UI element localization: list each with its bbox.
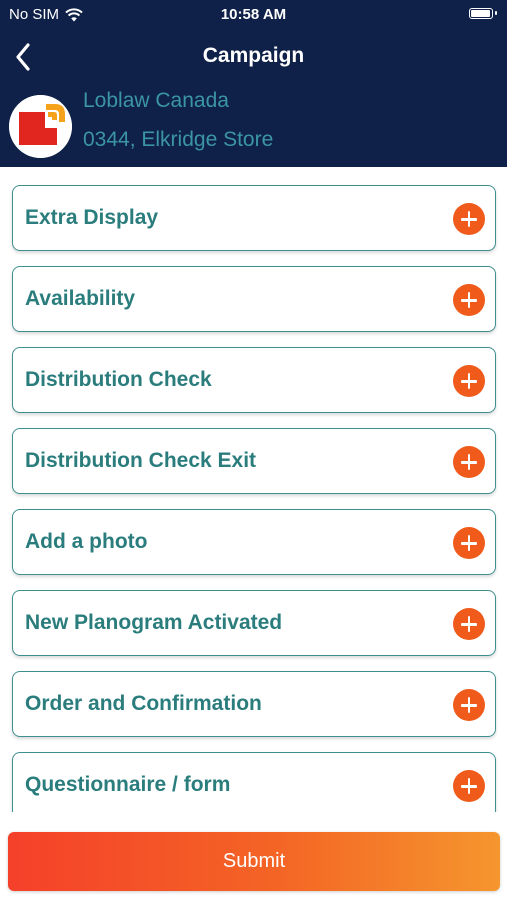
plus-icon[interactable] <box>453 770 485 802</box>
plus-icon[interactable] <box>453 689 485 721</box>
task-new-planogram-activated[interactable]: New Planogram Activated <box>12 590 496 656</box>
page-title: Campaign <box>202 44 305 67</box>
store-name: Loblaw Canada <box>83 89 229 112</box>
status-time: 10:58 AM <box>220 6 287 23</box>
header: No SIM 10:58 AM Campaign Loblaw Canada 0… <box>0 0 507 167</box>
store-address: 0344, Elkridge Store <box>83 128 274 151</box>
task-label: Distribution Check Exit <box>25 449 257 472</box>
loblaw-logo-icon <box>9 95 72 158</box>
task-label: Order and Confirmation <box>25 692 262 715</box>
plus-icon[interactable] <box>453 365 485 397</box>
task-label: Availability <box>25 287 136 310</box>
task-label: Add a photo <box>25 530 148 553</box>
store-logo <box>9 95 72 158</box>
task-label: New Planogram Activated <box>25 611 283 634</box>
campaign-task-list: Extra Display Availability Distribution … <box>0 167 507 812</box>
task-label: Distribution Check <box>25 368 212 391</box>
task-add-photo[interactable]: Add a photo <box>12 509 496 575</box>
task-availability[interactable]: Availability <box>12 266 496 332</box>
task-label: Extra Display <box>25 206 159 229</box>
status-bar: No SIM 10:58 AM <box>0 0 507 30</box>
plus-icon[interactable] <box>453 284 485 316</box>
task-distribution-check-exit[interactable]: Distribution Check Exit <box>12 428 496 494</box>
task-questionnaire-form[interactable]: Questionnaire / form <box>12 752 496 812</box>
plus-icon[interactable] <box>453 527 485 559</box>
plus-icon[interactable] <box>453 203 485 235</box>
task-distribution-check[interactable]: Distribution Check <box>12 347 496 413</box>
task-order-and-confirmation[interactable]: Order and Confirmation <box>12 671 496 737</box>
plus-icon[interactable] <box>453 446 485 478</box>
submit-button[interactable]: Submit <box>8 832 500 891</box>
task-extra-display[interactable]: Extra Display <box>12 185 496 251</box>
battery-icon <box>469 8 497 19</box>
task-label: Questionnaire / form <box>25 773 231 796</box>
plus-icon[interactable] <box>453 608 485 640</box>
